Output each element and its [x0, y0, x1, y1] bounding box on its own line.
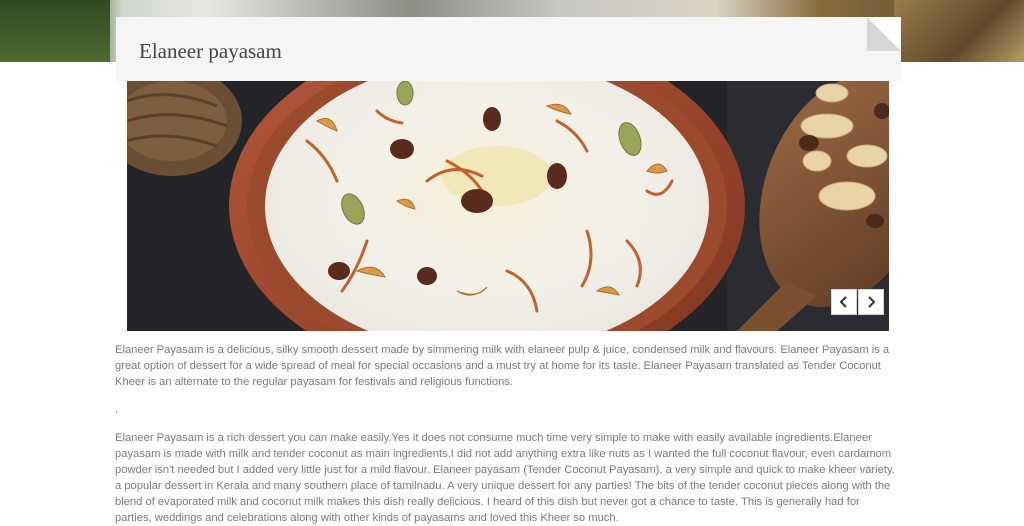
slider-next-button[interactable]	[858, 289, 884, 315]
header-bg-right	[894, 0, 1024, 62]
article-body: Elaneer Payasam is a delicious, silky sm…	[115, 342, 895, 526]
image-slider	[127, 81, 889, 331]
corner-fold-cut	[867, 17, 901, 51]
slider-prev-button[interactable]	[831, 289, 857, 315]
article-paragraph: Elaneer Payasam is a delicious, silky sm…	[115, 344, 890, 388]
article-paragraph: Elaneer Payasam is a rich dessert you ca…	[115, 432, 895, 524]
title-card: Elaneer payasam	[116, 17, 901, 81]
chevron-left-icon	[839, 296, 847, 308]
slide-image	[127, 81, 889, 331]
article-separator: .	[115, 404, 119, 416]
page-title: Elaneer payasam	[139, 39, 282, 63]
chevron-right-icon	[868, 296, 876, 308]
header-bg-left	[0, 0, 110, 62]
